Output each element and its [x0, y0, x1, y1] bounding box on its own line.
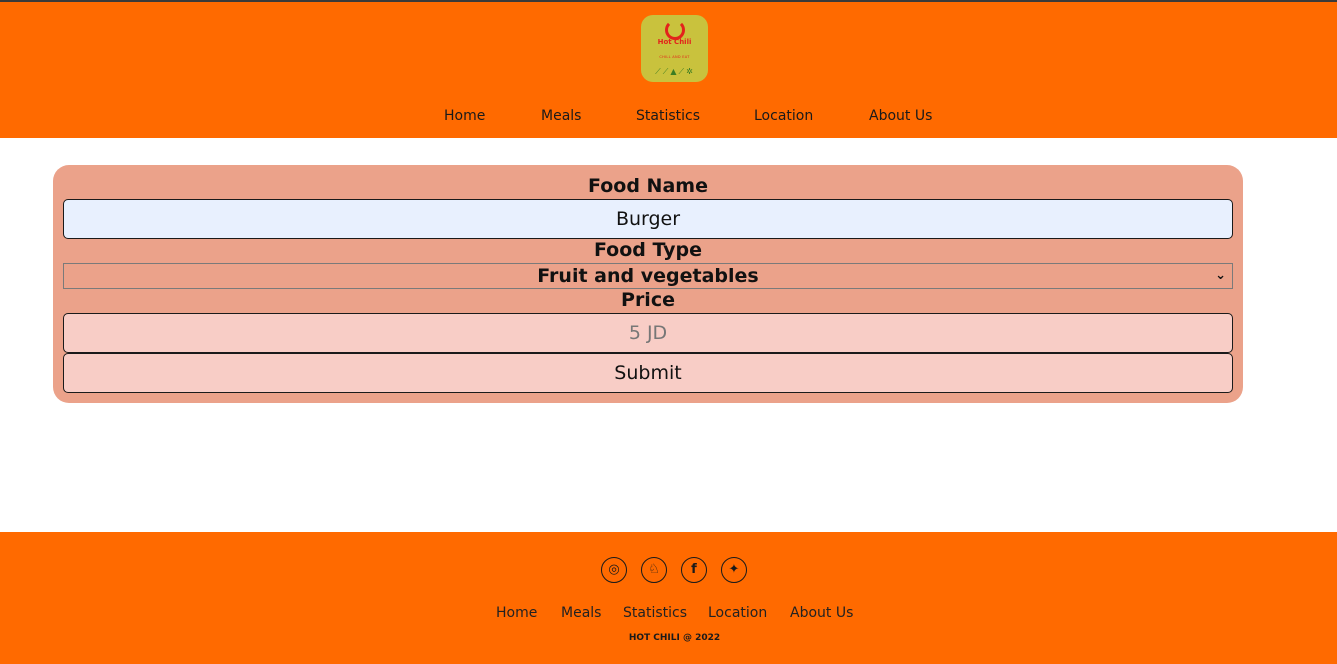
nav-home[interactable]: Home	[444, 108, 485, 124]
facebook-icon[interactable]: f	[681, 557, 707, 583]
twitter-icon[interactable]: ✦	[721, 557, 747, 583]
submit-button[interactable]: Submit	[63, 353, 1233, 393]
footer-nav-about-us[interactable]: About Us	[790, 605, 853, 621]
footer-nav-home[interactable]: Home	[496, 605, 537, 621]
nav-location[interactable]: Location	[754, 108, 813, 124]
chili-icon	[665, 20, 685, 40]
add-food-form: Food Name Burger Food Type Fruit and veg…	[53, 165, 1243, 403]
food-name-input[interactable]: Burger	[63, 199, 1233, 239]
chevron-down-icon: ⌄	[1215, 268, 1226, 283]
price-input[interactable]: 5 JD	[63, 313, 1233, 353]
footer-nav-meals[interactable]: Meals	[561, 605, 601, 621]
snapchat-icon[interactable]: ♘	[641, 557, 667, 583]
logo-tagline: CHILL AND EAT	[659, 55, 690, 59]
food-type-select[interactable]: Fruit and vegetables ⌄	[63, 263, 1233, 289]
logo-brand: Hot Chili	[657, 38, 692, 46]
food-type-label: Food Type	[593, 239, 703, 261]
nav-meals[interactable]: Meals	[541, 108, 581, 124]
nav-statistics[interactable]: Statistics	[636, 108, 700, 124]
site-footer: ◎ ♘ f ✦ Home Meals Statistics Location A…	[0, 532, 1337, 664]
site-header: Hot Chili CHILL AND EAT ⟋⟋▲⟋✲ Home Meals…	[0, 2, 1337, 138]
nav-about-us[interactable]: About Us	[869, 108, 932, 124]
footer-nav-statistics[interactable]: Statistics	[623, 605, 687, 621]
footer-nav-location[interactable]: Location	[708, 605, 767, 621]
hot-chili-logo[interactable]: Hot Chili CHILL AND EAT ⟋⟋▲⟋✲	[641, 15, 708, 82]
instagram-icon[interactable]: ◎	[601, 557, 627, 583]
price-label: Price	[621, 289, 675, 311]
food-type-selected-value: Fruit and vegetables	[537, 265, 759, 287]
vegetables-icon: ⟋⟋▲⟋✲	[655, 67, 695, 76]
food-name-label: Food Name	[588, 175, 708, 197]
copyright-text: HOT CHILI @ 2022	[628, 633, 721, 643]
main-nav: Home Meals Statistics Location About Us	[0, 108, 1337, 128]
